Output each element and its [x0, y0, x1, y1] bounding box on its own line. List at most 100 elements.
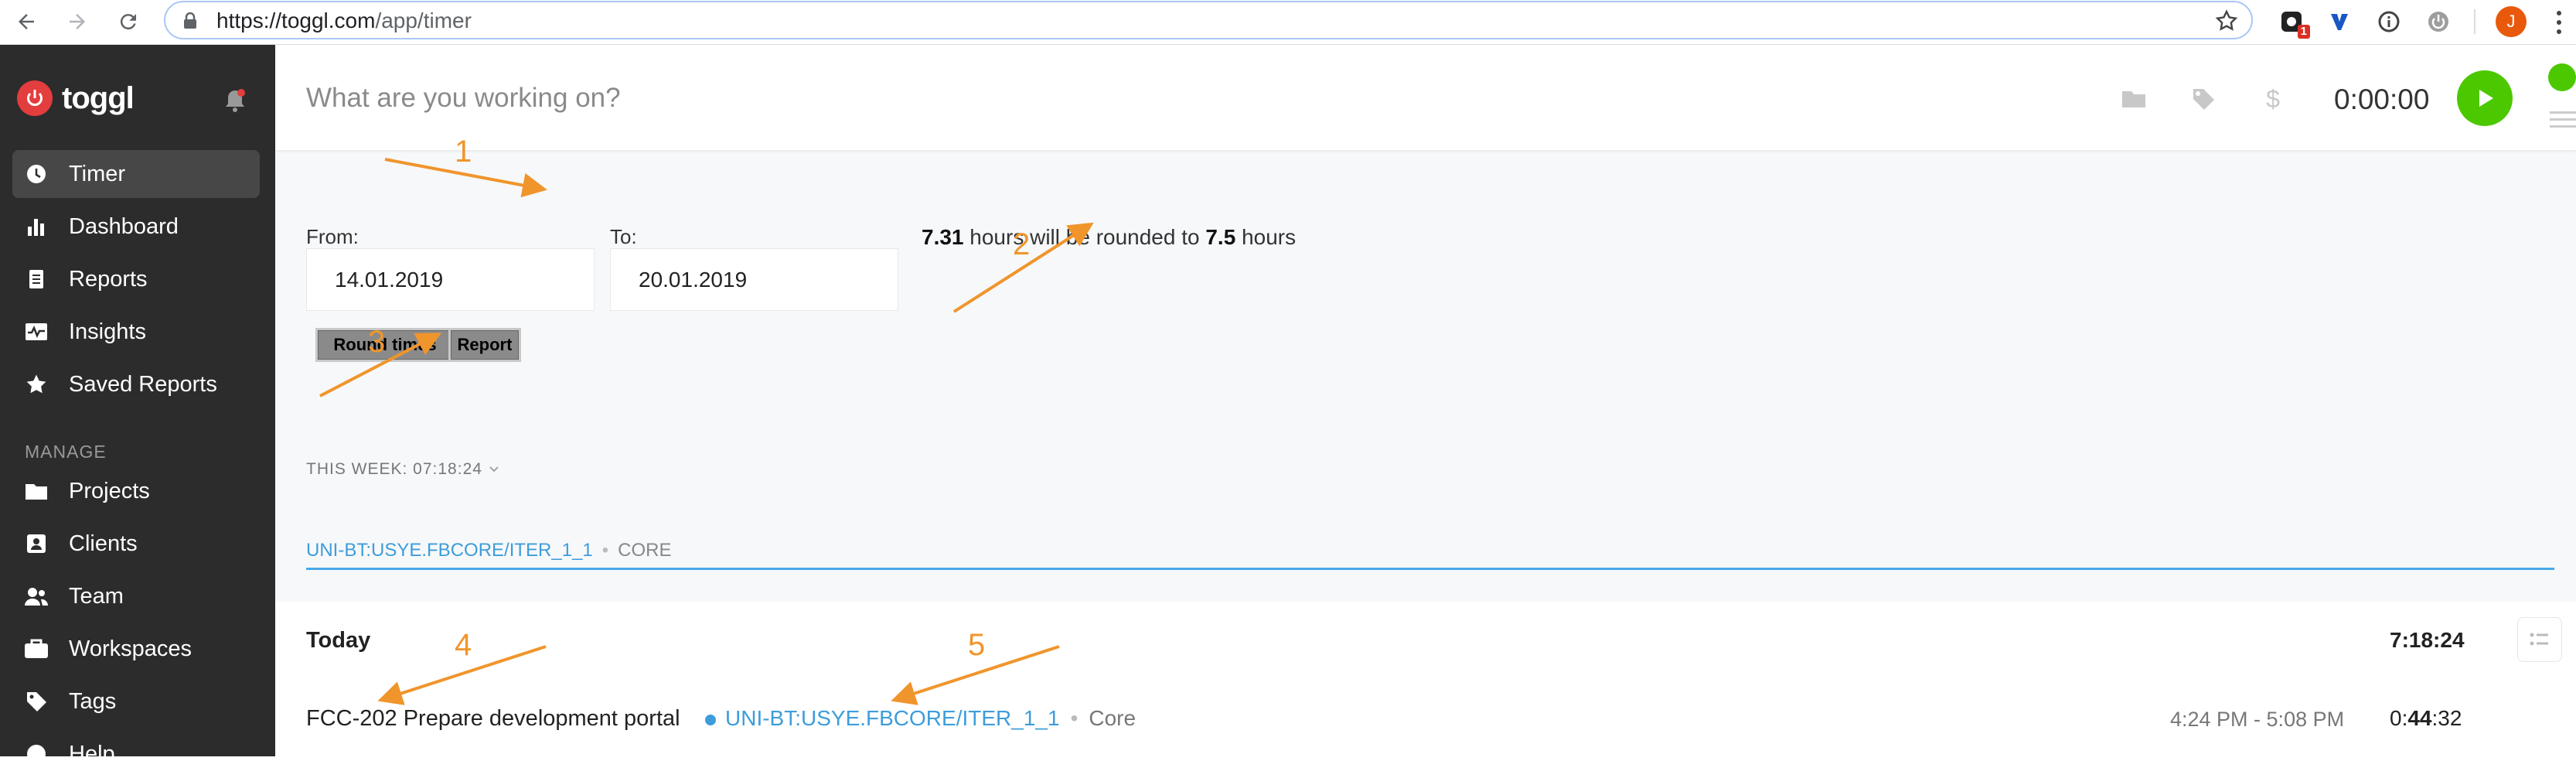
- sidebar-item-saved-reports[interactable]: Saved Reports: [12, 360, 260, 408]
- project-filter[interactable]: UNI-BT:USYE.FBCORE/ITER_1_1 • CORE: [306, 540, 672, 561]
- to-date-value: 20.01.2019: [639, 268, 748, 292]
- project-color-dot: [705, 714, 716, 725]
- sidebar-item-label: Workspaces: [69, 636, 193, 661]
- bar-chart-icon: [23, 213, 49, 240]
- tag-icon: [23, 688, 49, 715]
- day-title: Today: [306, 628, 371, 653]
- arrow-left-icon: [19, 14, 34, 29]
- extension-badge: 1: [2297, 25, 2310, 39]
- tag-icon[interactable]: [2189, 85, 2217, 113]
- v-shield-icon: [2331, 14, 2348, 30]
- folder-icon: [23, 478, 49, 504]
- team-icon: [23, 583, 49, 609]
- report-button[interactable]: Report: [448, 328, 521, 362]
- timer-bar: What are you working on? $ 0:00:00: [275, 45, 2576, 150]
- list-view-toggle[interactable]: [2517, 617, 2562, 662]
- week-total-label: THIS WEEK: 07:18:24: [306, 460, 482, 478]
- sidebar-item-help[interactable]: Help: [12, 730, 260, 778]
- sidebar-item-projects[interactable]: Projects: [12, 467, 260, 515]
- day-total: 7:18:24: [2390, 628, 2465, 652]
- entry-client-name: Core: [1089, 706, 1136, 730]
- back-button[interactable]: [11, 6, 42, 37]
- sidebar-item-label: Reports: [69, 266, 148, 292]
- duration-minutes: 44: [2407, 706, 2432, 730]
- profile-avatar[interactable]: J: [2496, 6, 2527, 37]
- filter-underline: [306, 568, 2554, 570]
- rounded-hours: 7.5: [1205, 225, 1236, 249]
- rounding-message: 7.31 hours will be rounded to 7.5 hours: [922, 225, 1296, 250]
- sidebar-item-label: Dashboard: [69, 213, 179, 239]
- sidebar-item-clients[interactable]: Clients: [12, 520, 260, 568]
- brand-logo[interactable]: toggl: [17, 80, 135, 116]
- sidebar-item-label: Insights: [69, 319, 146, 344]
- from-date-value: 14.01.2019: [335, 268, 444, 292]
- sidebar-item-insights[interactable]: Insights: [12, 308, 260, 356]
- reload-icon: [120, 14, 136, 30]
- hamburger-menu-icon[interactable]: [2550, 108, 2576, 131]
- annotation-number-5: 5: [968, 628, 986, 662]
- sidebar-item-label: Projects: [69, 478, 150, 503]
- sidebar-item-workspaces[interactable]: Workspaces: [12, 625, 260, 673]
- pulse-icon: [23, 319, 49, 345]
- time-entry-duration[interactable]: 0:44:32: [2390, 706, 2462, 731]
- time-entry-description[interactable]: FCC-202 Prepare development portal: [306, 706, 680, 732]
- toggl-power-icon: [17, 80, 53, 116]
- annotation-number-1: 1: [455, 135, 472, 169]
- from-label: From:: [306, 225, 359, 248]
- sidebar-item-label: Team: [69, 583, 124, 609]
- sidebar-item-reports[interactable]: Reports: [12, 255, 260, 303]
- star-icon: [23, 371, 49, 398]
- sidebar-item-label: Help: [69, 741, 115, 766]
- chevron-down-icon: [489, 466, 499, 473]
- rounding-message-end: hours: [1242, 225, 1297, 249]
- url-text: https://toggl.com/app/timer: [216, 9, 472, 32]
- annotation-number-4: 4: [455, 628, 472, 662]
- from-date-field[interactable]: 14.01.2019: [306, 248, 595, 311]
- filter-project: UNI-BT:USYE.FBCORE/ITER_1_1: [306, 540, 593, 561]
- browser-toolbar: https://toggl.com/app/timer 1 J: [0, 0, 2576, 45]
- time-entry-project[interactable]: UNI-BT:USYE.FBCORE/ITER_1_1 • Core: [705, 706, 1136, 731]
- to-date-field[interactable]: 20.01.2019: [610, 248, 898, 311]
- reload-button[interactable]: [113, 6, 144, 37]
- person-badge-icon: [23, 531, 49, 557]
- lock-icon: [184, 12, 196, 29]
- manage-heading: MANAGE: [25, 442, 107, 462]
- bookmark-star-icon[interactable]: [2214, 9, 2239, 33]
- extension-power-button[interactable]: [2423, 6, 2454, 37]
- sidebar-item-dashboard[interactable]: Dashboard: [12, 203, 260, 251]
- timer-description-input[interactable]: What are you working on?: [306, 83, 621, 114]
- timer-duration: 0:00:00: [2334, 84, 2430, 115]
- week-summary-toggle[interactable]: THIS WEEK: 07:18:24: [306, 460, 499, 479]
- sidebar-item-label: Clients: [69, 531, 138, 556]
- notification-bell-icon[interactable]: [220, 85, 250, 116]
- info-circle-icon: [2378, 11, 2400, 32]
- side-clock-icon[interactable]: [2548, 63, 2576, 91]
- sidebar-item-label: Timer: [69, 161, 126, 186]
- address-bar[interactable]: https://toggl.com/app/timer: [164, 1, 2253, 39]
- dollar-icon[interactable]: $: [2259, 85, 2287, 113]
- toolbar-divider: [2474, 9, 2475, 34]
- day-group-card: [275, 602, 2576, 756]
- sidebar-item-label: Saved Reports: [69, 371, 217, 397]
- forward-button[interactable]: [62, 6, 93, 37]
- entry-project-name: UNI-BT:USYE.FBCORE/ITER_1_1: [725, 706, 1060, 730]
- sidebar-item-timer[interactable]: Timer: [12, 150, 260, 198]
- folder-icon[interactable]: [2120, 85, 2148, 113]
- filter-client: CORE: [618, 540, 672, 561]
- time-entry-range[interactable]: 4:24 PM - 5:08 PM: [2170, 708, 2344, 732]
- extension-toggl-button[interactable]: 1: [2276, 6, 2310, 39]
- browser-menu-icon[interactable]: [2551, 9, 2567, 36]
- svg-text:$: $: [2266, 85, 2280, 113]
- sidebar-item-label: Tags: [69, 688, 117, 714]
- start-timer-button[interactable]: [2457, 70, 2513, 126]
- sidebar-item-tags[interactable]: Tags: [12, 677, 260, 725]
- extension-vee-button[interactable]: [2324, 6, 2355, 37]
- document-icon: [23, 266, 49, 292]
- help-icon: [23, 741, 49, 767]
- annotation-number-2: 2: [1013, 227, 1031, 261]
- sidebar-item-team[interactable]: Team: [12, 572, 260, 620]
- extension-info-button[interactable]: [2373, 6, 2404, 37]
- duration-prefix: 0:: [2390, 706, 2408, 730]
- duration-suffix: :32: [2431, 706, 2462, 730]
- play-icon: [2479, 90, 2493, 107]
